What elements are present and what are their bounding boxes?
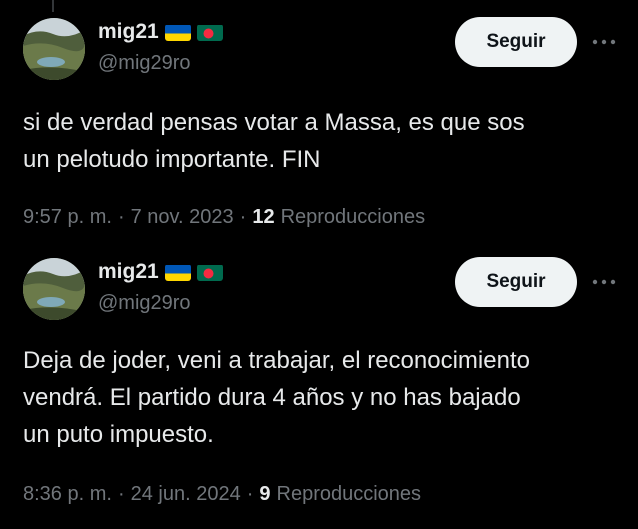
ukraine-flag-icon	[164, 24, 191, 41]
meta-separator: ·	[239, 206, 247, 228]
tweet-time[interactable]: 9:57 p. m.	[23, 206, 112, 229]
views-label: Reproducciones	[280, 206, 426, 228]
ukraine-flag-icon	[164, 264, 191, 281]
user-handle[interactable]: @mig29ro	[98, 52, 191, 75]
author-name-row[interactable]: mig21	[98, 20, 223, 44]
follow-button[interactable]: Seguir	[455, 17, 577, 67]
bangladesh-flag-icon	[196, 264, 223, 281]
meta-separator: ·	[117, 206, 125, 228]
thread-connector-line	[52, 0, 54, 12]
bangladesh-flag-icon	[196, 24, 223, 41]
tweet-time[interactable]: 8:36 p. m.	[23, 483, 112, 506]
tweet-text: Deja de joder, veni a trabajar, el recon…	[23, 347, 530, 448]
tweet-meta: 9:57 p. m. · 7 nov. 2023 · 12 Reproducci…	[23, 206, 425, 229]
meta-separator: ·	[117, 483, 125, 505]
user-handle[interactable]: @mig29ro	[98, 292, 191, 315]
views-count: 9	[259, 483, 271, 505]
tweet-date[interactable]: 24 jun. 2024	[131, 483, 241, 506]
author-name-row[interactable]: mig21	[98, 260, 223, 284]
meta-separator: ·	[246, 483, 254, 505]
display-name[interactable]: mig21	[98, 260, 159, 284]
avatar[interactable]	[23, 258, 85, 320]
display-name[interactable]: mig21	[98, 20, 159, 44]
tweet-date[interactable]: 7 nov. 2023	[131, 206, 234, 229]
tweet-text: si de verdad pensas votar a Massa, es qu…	[23, 109, 525, 173]
follow-button[interactable]: Seguir	[455, 257, 577, 307]
more-options-icon[interactable]	[590, 272, 618, 292]
views-count: 12	[252, 206, 275, 228]
tweet-meta: 8:36 p. m. · 24 jun. 2024 · 9 Reproducci…	[23, 483, 421, 506]
avatar[interactable]	[23, 18, 85, 80]
more-options-icon[interactable]	[590, 32, 618, 52]
views-label: Reproducciones	[276, 483, 422, 505]
